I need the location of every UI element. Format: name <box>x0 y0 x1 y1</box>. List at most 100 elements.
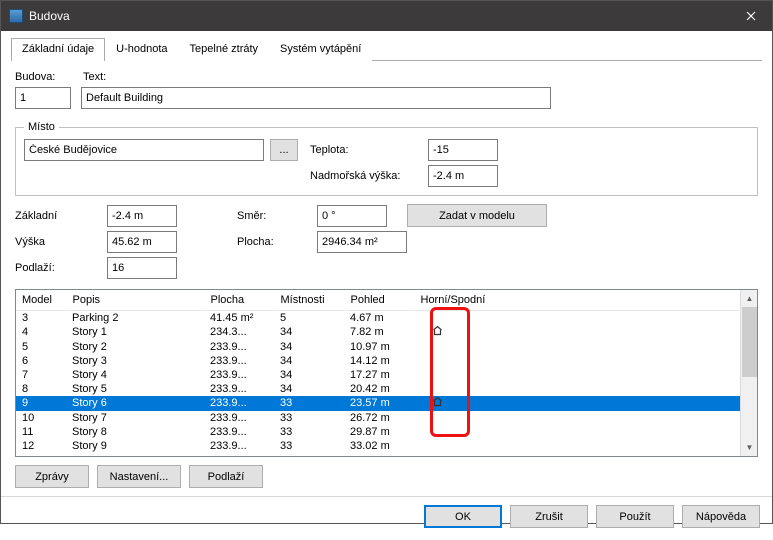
cell-horni <box>414 396 740 411</box>
cell-pohled: 20.42 m <box>344 382 414 396</box>
input-plocha[interactable] <box>317 231 407 253</box>
th-horni[interactable]: Horní/Spodní <box>414 290 740 310</box>
table-row[interactable]: 3Parking 241.45 m²54.67 m <box>16 310 740 325</box>
table-row[interactable]: 5Story 2233.9...3410.97 m <box>16 340 740 354</box>
th-mistnosti[interactable]: Místnosti <box>274 290 344 310</box>
cell-mistnosti: 33 <box>274 396 344 411</box>
cell-mistnosti: 34 <box>274 325 344 340</box>
cell-horni <box>414 425 740 439</box>
table-row[interactable]: 12Story 9233.9...3333.02 m <box>16 439 740 453</box>
cancel-button[interactable]: Zrušit <box>510 505 588 528</box>
scroll-up-icon[interactable]: ▲ <box>741 290 758 307</box>
cell-horni <box>414 382 740 396</box>
label-budova: Budova: <box>15 71 77 83</box>
close-button[interactable] <box>730 1 772 31</box>
label-nadmorska: Nadmořská výška: <box>310 170 422 182</box>
cell-pohled: 17.27 m <box>344 368 414 382</box>
cell-popis: Story 7 <box>66 411 204 425</box>
input-smer[interactable] <box>317 205 387 227</box>
cell-popis: Story 1 <box>66 325 204 340</box>
cell-mistnosti: 34 <box>274 368 344 382</box>
apply-button[interactable]: Použít <box>596 505 674 528</box>
help-button[interactable]: Nápověda <box>682 505 760 528</box>
th-model[interactable]: Model <box>16 290 66 310</box>
cell-pohled: 4.67 m <box>344 310 414 325</box>
cell-horni <box>414 354 740 368</box>
cell-plocha: 233.9... <box>204 354 274 368</box>
cell-pohled: 29.87 m <box>344 425 414 439</box>
cell-popis: Story 3 <box>66 354 204 368</box>
storeys-table[interactable]: Model Popis Plocha Místnosti Pohled Horn… <box>15 289 758 457</box>
label-podlazi: Podlaží: <box>15 262 107 274</box>
cell-model: 7 <box>16 368 66 382</box>
tab-heatloss[interactable]: Tepelné ztráty <box>179 38 269 61</box>
cell-model: 8 <box>16 382 66 396</box>
table-row[interactable]: 6Story 3233.9...3414.12 m <box>16 354 740 368</box>
ok-button[interactable]: OK <box>424 505 502 528</box>
legend-misto: Místo <box>24 121 59 133</box>
cell-mistnosti: 34 <box>274 340 344 354</box>
tab-basic[interactable]: Základní údaje <box>11 38 105 61</box>
input-vyska[interactable] <box>107 231 177 253</box>
cell-pohled: 7.82 m <box>344 325 414 340</box>
cell-mistnosti: 34 <box>274 354 344 368</box>
cell-plocha: 233.9... <box>204 396 274 411</box>
input-text[interactable] <box>81 87 551 109</box>
th-pohled[interactable]: Pohled <box>344 290 414 310</box>
table-row[interactable]: 7Story 4233.9...3417.27 m <box>16 368 740 382</box>
cell-mistnosti: 5 <box>274 310 344 325</box>
house-icon <box>432 325 442 336</box>
cell-popis: Story 2 <box>66 340 204 354</box>
cell-plocha: 233.9... <box>204 425 274 439</box>
tabs: Základní údaje U-hodnota Tepelné ztráty … <box>11 37 762 61</box>
cell-pohled: 10.97 m <box>344 340 414 354</box>
cell-plocha: 233.9... <box>204 439 274 453</box>
misto-group: Místo ... Teplota: Na <box>15 121 758 196</box>
table-row[interactable]: 4Story 1234.3...347.82 m <box>16 325 740 340</box>
house-icon <box>432 396 442 407</box>
cell-pohled: 26.72 m <box>344 411 414 425</box>
th-plocha[interactable]: Plocha <box>204 290 274 310</box>
cell-model: 10 <box>16 411 66 425</box>
input-nadmorska[interactable] <box>428 165 498 187</box>
input-teplota[interactable] <box>428 139 498 161</box>
label-teplota: Teplota: <box>310 144 422 156</box>
cell-plocha: 234.3... <box>204 325 274 340</box>
cell-mistnosti: 33 <box>274 439 344 453</box>
scroll-down-icon[interactable]: ▼ <box>741 439 758 456</box>
cell-pohled: 33.02 m <box>344 439 414 453</box>
cell-popis: Parking 2 <box>66 310 204 325</box>
misto-browse-button[interactable]: ... <box>270 139 298 161</box>
cell-popis: Story 5 <box>66 382 204 396</box>
input-podlazi[interactable] <box>107 257 177 279</box>
zadat-v-modelu-button[interactable]: Zadat v modelu <box>407 204 547 227</box>
label-plocha: Plocha: <box>237 236 317 248</box>
tab-uvalue[interactable]: U-hodnota <box>105 38 178 61</box>
podlazi-button[interactable]: Podlaží <box>189 465 263 488</box>
label-text: Text: <box>83 71 113 83</box>
nastaveni-button[interactable]: Nastavení... <box>97 465 181 488</box>
table-row[interactable]: 10Story 7233.9...3326.72 m <box>16 411 740 425</box>
cell-model: 6 <box>16 354 66 368</box>
cell-pohled: 23.57 m <box>344 396 414 411</box>
table-row[interactable]: 9Story 6233.9...3323.57 m <box>16 396 740 411</box>
label-zakladni: Základní <box>15 210 107 222</box>
cell-model: 4 <box>16 325 66 340</box>
cell-horni <box>414 340 740 354</box>
input-budova[interactable] <box>15 87 71 109</box>
th-popis[interactable]: Popis <box>66 290 204 310</box>
cell-mistnosti: 33 <box>274 425 344 439</box>
scrollbar[interactable]: ▲ ▼ <box>740 290 757 456</box>
input-misto[interactable] <box>24 139 264 161</box>
zpravy-button[interactable]: Zprávy <box>15 465 89 488</box>
window-title: Budova <box>29 9 730 23</box>
tab-heating[interactable]: Systém vytápění <box>269 38 372 61</box>
cell-pohled: 14.12 m <box>344 354 414 368</box>
scroll-thumb[interactable] <box>742 307 757 377</box>
table-row[interactable]: 8Story 5233.9...3420.42 m <box>16 382 740 396</box>
table-row[interactable]: 11Story 8233.9...3329.87 m <box>16 425 740 439</box>
input-zakladni[interactable] <box>107 205 177 227</box>
label-smer: Směr: <box>237 210 317 222</box>
cell-horni <box>414 439 740 453</box>
cell-plocha: 233.9... <box>204 340 274 354</box>
